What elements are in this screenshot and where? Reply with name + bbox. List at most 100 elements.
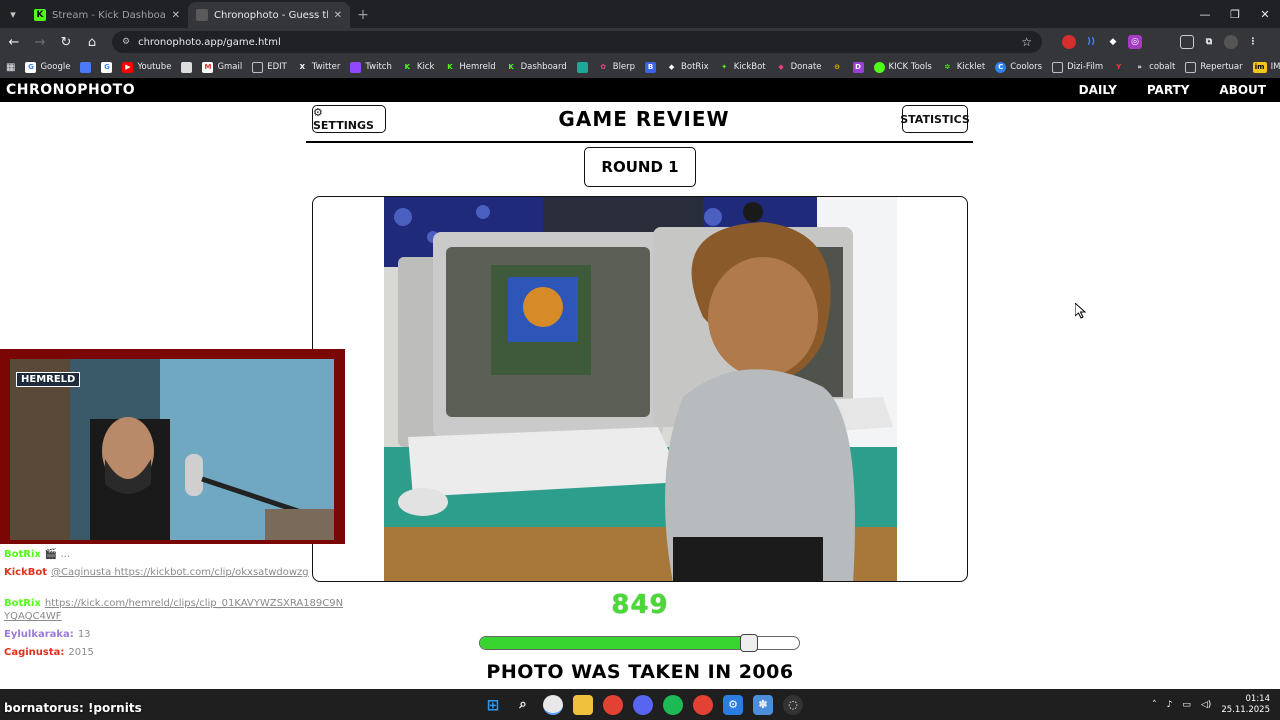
bookmark-shield[interactable]: B [645, 61, 657, 73]
bookmark-repertuar[interactable]: Repertuar [1185, 61, 1243, 73]
clock-date: 25.11.2025 [1221, 704, 1270, 715]
site-nav: DAILY PARTY ABOUT [1079, 83, 1266, 97]
tab-search-icon[interactable]: ▾ [0, 0, 26, 28]
media-icon[interactable] [1180, 35, 1194, 49]
bookmark-gmail[interactable]: M Gmail [202, 61, 242, 73]
nav-about[interactable]: ABOUT [1219, 83, 1266, 97]
bookmark-dizi-film[interactable]: Dizi-Film [1052, 61, 1103, 73]
bookmark-imdb[interactable]: imIMDb [1252, 61, 1280, 73]
close-tab-icon[interactable]: ✕ [172, 10, 180, 21]
bookmark-botrix[interactable]: ◆ BotRix [666, 62, 709, 73]
microphone-icon[interactable]: ♪ [1167, 700, 1173, 710]
bookmark-label: Twitter [311, 62, 341, 72]
tab-title: Chronophoto - Guess the Year [214, 9, 328, 21]
tab-kick-dashboard[interactable]: K Stream - Kick Dashboard ✕ [26, 2, 188, 28]
stream-chat: BotRix 🎬 ... KickBot @Caginusta https://ki… [4, 548, 349, 664]
bookmark-hemreld[interactable]: K Hemreld [444, 62, 495, 73]
reload-icon[interactable]: ↻ [54, 30, 78, 54]
bookmark-label: Repertuar [1200, 62, 1243, 72]
menu-kebab-icon[interactable]: ⋮ [1246, 35, 1260, 49]
bookmark-cobalt[interactable]: » cobalt [1134, 62, 1175, 73]
back-icon[interactable]: ← [2, 30, 26, 54]
record-extension-icon[interactable] [1062, 35, 1076, 49]
site-logo[interactable]: CHRONOPHOTO [6, 82, 135, 98]
kick-icon: K [34, 9, 46, 21]
search-icon[interactable]: ⌕ [513, 695, 533, 715]
volume-icon[interactable]: ◁) [1201, 700, 1211, 710]
diamond-extension-icon[interactable]: ◆ [1106, 35, 1120, 49]
cobalt-icon: » [1137, 63, 1142, 71]
bookmark-dashboard[interactable]: K Dashboard [506, 62, 566, 73]
tab-chronophoto[interactable]: Chronophoto - Guess the Year ✕ [188, 2, 350, 28]
close-window-icon[interactable]: ✕ [1250, 0, 1280, 28]
page-title: GAME REVIEW [558, 107, 730, 131]
bookmark-edit[interactable]: EDIT [252, 61, 287, 73]
close-tab-icon[interactable]: ✕ [334, 10, 342, 21]
file-explorer-icon[interactable] [573, 694, 593, 715]
statistics-button[interactable]: STATISTICS [900, 105, 970, 133]
bookmark-kickbot[interactable]: ✦ KickBot [719, 62, 765, 73]
chat-text[interactable]: @Caginusta https://kickbot.com/clip/okxs… [51, 567, 309, 578]
spotify-icon[interactable] [663, 694, 683, 715]
webcam-brand-label: HEMRELD [16, 372, 81, 387]
minimize-icon[interactable]: — [1190, 0, 1220, 28]
nav-daily[interactable]: DAILY [1079, 83, 1117, 97]
audio-extension-icon[interactable]: )) [1084, 35, 1098, 49]
url-text: chronophoto.app/game.html [138, 36, 281, 48]
app-icon[interactable]: ◌ [783, 694, 803, 715]
bookmark-label: KICK Tools [888, 62, 932, 72]
bookmark-twitch[interactable]: Twitch [350, 61, 392, 73]
bookmark-coin[interactable]: ⊖ [832, 62, 843, 73]
bookmark-label: Coolors [1010, 62, 1043, 72]
bookmark-google[interactable]: G Google [25, 61, 70, 73]
bookmark-donate[interactable]: ◆ Donate [776, 62, 821, 73]
bookmark-docs[interactable] [80, 61, 92, 73]
extensions-icon[interactable]: ⧉ [1202, 35, 1216, 49]
nav-party[interactable]: PARTY [1147, 83, 1190, 97]
settings-button[interactable]: ⚙ SETTINGS [312, 105, 386, 133]
bookmark-image[interactable] [181, 61, 193, 73]
taskbar-apps: ⊞ ⌕ ⚙ ✽ ◌ [483, 694, 803, 715]
clock[interactable]: 01:14 25.11.2025 [1221, 694, 1270, 716]
chrome-icon[interactable] [543, 694, 563, 715]
folder-icon [252, 61, 264, 73]
chevron-up-icon[interactable]: ˄ [1152, 700, 1157, 710]
bookmark-kick[interactable]: K Kick [402, 62, 435, 73]
new-tab-icon[interactable]: + [350, 2, 376, 28]
bookmarks-bar: ▦ G Google G ▶ Youtube M Gmail EDIT X Twitte… [0, 56, 1280, 78]
bookmark-youtube[interactable]: ▶ Youtube [122, 61, 171, 73]
chat-username: Caginusta: [4, 647, 65, 658]
bookmark-twitter[interactable]: X Twitter [297, 62, 341, 73]
home-icon[interactable]: ⌂ [80, 30, 104, 54]
site-info-icon[interactable]: ⚙ [122, 37, 130, 47]
profile-avatar-icon[interactable] [1224, 35, 1238, 49]
bookmark-kick-tools[interactable]: KICK Tools [873, 61, 932, 73]
slider-thumb[interactable] [739, 634, 758, 652]
coolors-icon: C [995, 61, 1007, 73]
app-icon[interactable]: ⚙ [723, 694, 743, 715]
address-bar[interactable]: ⚙ chronophoto.app/game.html ☆ [112, 31, 1042, 53]
chrome-icon[interactable] [603, 694, 623, 715]
bookmark-star-icon[interactable]: ☆ [1021, 35, 1032, 49]
windows-start-icon[interactable]: ⊞ [483, 695, 503, 715]
bookmark-google-2[interactable]: G [101, 61, 113, 73]
chat-username: BotRix [4, 598, 41, 609]
chrome-icon[interactable] [693, 694, 713, 715]
purple-extension-icon[interactable]: ◎ [1128, 35, 1142, 49]
bookmark-badge[interactable]: D [852, 61, 864, 73]
apps-icon[interactable]: ▦ [6, 62, 15, 73]
chat-message: BotRix https://kick.com/hemreld/clips/cli… [4, 597, 349, 623]
bookmark-blerp[interactable]: ✿ Blerp [598, 62, 635, 73]
forward-icon[interactable]: → [28, 30, 52, 54]
gmail-icon: M [202, 61, 214, 73]
network-icon[interactable]: ▭ [1182, 700, 1191, 710]
title-divider [306, 141, 973, 143]
app-icon[interactable]: ✽ [753, 694, 773, 715]
bookmark-coolors[interactable]: C Coolors [995, 61, 1043, 73]
bookmark-chat[interactable] [576, 61, 588, 73]
bookmark-kicklet[interactable]: ✲ Kicklet [942, 62, 985, 73]
bookmark-yandex[interactable]: Y [1113, 62, 1124, 73]
chat-text[interactable]: https://kick.com/hemreld/clips/clip_01KA… [4, 598, 343, 622]
discord-icon[interactable] [633, 694, 653, 715]
restore-icon[interactable]: ❐ [1220, 0, 1250, 28]
